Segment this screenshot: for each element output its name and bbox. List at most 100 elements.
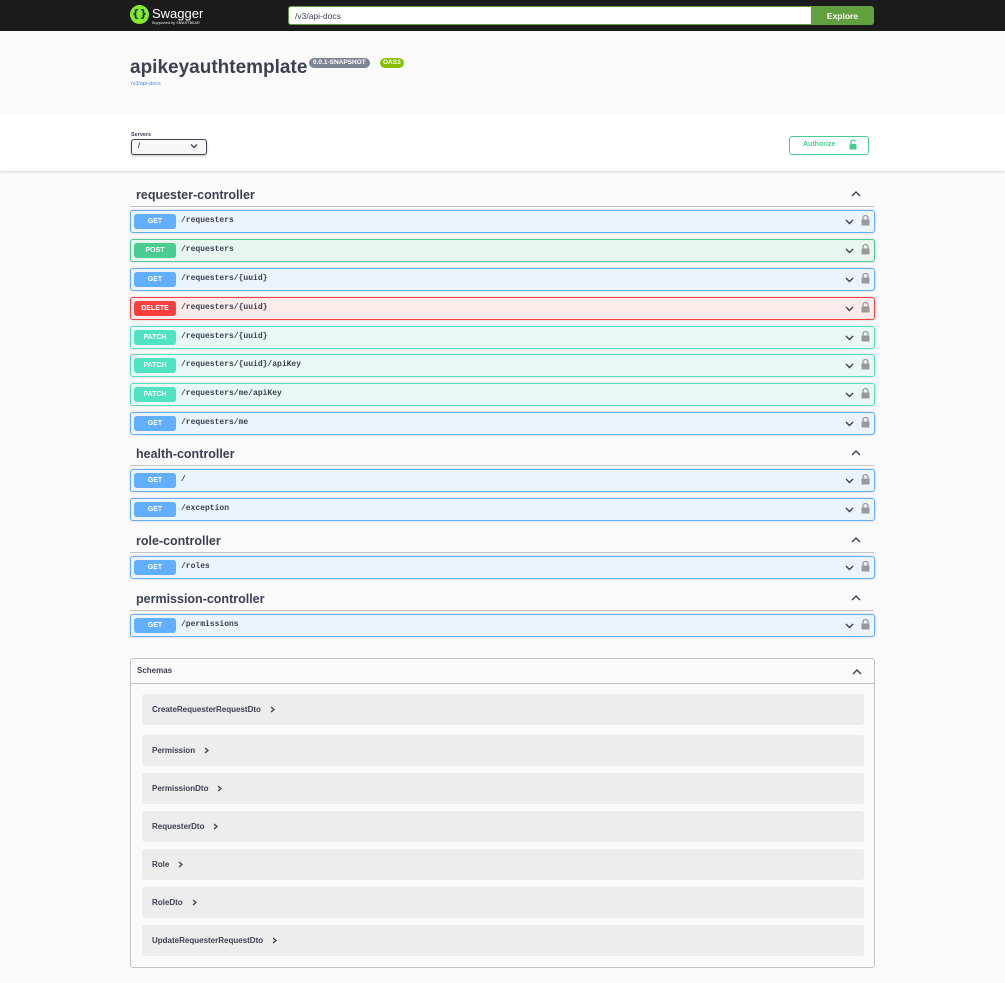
oas-badge: OAS3 (380, 58, 404, 68)
operation-patch-requester-apikey[interactable]: PATCH /requesters/{uuid}/apiKey (130, 354, 875, 377)
operation-path: /requesters/me/apiKey (181, 389, 282, 398)
operation-path: /requesters/{uuid} (181, 332, 268, 341)
chevron-down-icon (845, 306, 854, 312)
operation-delete-requester[interactable]: DELETE /requesters/{uuid} (130, 297, 875, 320)
model-name: Permission (152, 746, 196, 755)
chevron-up-icon[interactable] (850, 592, 862, 604)
lock-icon[interactable] (861, 416, 870, 428)
operation-path: /exception (181, 504, 230, 513)
chevron-right-icon (192, 899, 197, 906)
operation-get-requester-by-uuid[interactable]: GET /requesters/{uuid} (130, 268, 875, 291)
chevron-right-icon (214, 823, 219, 830)
method-badge: GET (134, 416, 176, 431)
logo-subtext: Supported by SMARTBEAR (152, 21, 200, 25)
model-update-requester-request-dto[interactable]: UpdateRequesterRequestDto (142, 925, 864, 956)
model-role[interactable]: Role (142, 849, 864, 880)
model-permission[interactable]: Permission (142, 735, 864, 766)
lock-icon[interactable] (861, 214, 870, 226)
model-name: CreateRequesterRequestDto (152, 705, 261, 714)
schemas-title: Schemas (137, 666, 173, 675)
tag-permission-controller[interactable]: permission-controller (130, 587, 874, 611)
chevron-up-icon[interactable] (850, 188, 862, 200)
chevron-right-icon (204, 747, 210, 754)
schemas-header[interactable]: Schemas (131, 659, 874, 684)
topbar: {} Swagger Supported by SMARTBEAR Explor… (0, 0, 1005, 31)
lock-icon[interactable] (861, 618, 870, 630)
method-badge: DELETE (134, 301, 176, 316)
tag-title: role-controller (136, 534, 221, 548)
operation-patch-me-apikey[interactable]: PATCH /requesters/me/apiKey (130, 383, 875, 406)
chevron-up-icon[interactable] (851, 666, 863, 678)
chevron-down-icon (845, 248, 854, 254)
model-name-wrap: Role (152, 860, 184, 869)
model-name-wrap: RoleDto (152, 898, 198, 907)
method-badge: GET (134, 560, 176, 575)
operation-get-me[interactable]: GET /requesters/me (130, 412, 875, 435)
method-badge: GET (134, 502, 176, 517)
model-name: PermissionDto (152, 784, 209, 793)
servers-label: Servers (131, 132, 152, 138)
chevron-up-icon[interactable] (850, 447, 862, 459)
operation-path: /requesters/{uuid} (181, 303, 268, 312)
servers-select[interactable]: / (131, 139, 207, 155)
operation-get-roles[interactable]: GET /roles (130, 556, 875, 579)
chevron-down-icon (845, 219, 854, 225)
model-name-wrap: Permission (152, 746, 210, 755)
chevron-down-icon (845, 507, 854, 513)
tag-health-controller[interactable]: health-controller (130, 442, 874, 466)
chevron-right-icon (272, 937, 278, 944)
lock-icon[interactable] (861, 330, 870, 342)
method-badge: GET (134, 214, 176, 229)
explore-button[interactable]: Explore (811, 6, 874, 25)
chevron-down-icon (845, 277, 854, 283)
chevron-right-icon (270, 706, 275, 713)
tag-role-controller[interactable]: role-controller (130, 529, 874, 553)
operation-post-requesters[interactable]: POST /requesters (130, 239, 875, 262)
operation-path: /requesters/me (181, 418, 249, 427)
model-name-wrap: UpdateRequesterRequestDto (152, 936, 278, 945)
model-requester-dto[interactable]: RequesterDto (142, 811, 864, 842)
api-title: apikeyauthtemplate (130, 57, 308, 78)
schemas-section: Schemas CreateRequesterRequestDto Permis… (130, 658, 875, 968)
model-permission-dto[interactable]: PermissionDto (142, 773, 864, 804)
operation-get-permissions[interactable]: GET /permissions (130, 614, 875, 637)
tag-title: permission-controller (136, 592, 265, 606)
method-badge: GET (134, 618, 176, 633)
version-badge: 0.0.1-SNAPSHOT (309, 58, 370, 68)
chevron-down-icon (845, 363, 854, 369)
lock-icon[interactable] (861, 272, 870, 284)
method-badge: PATCH (134, 358, 176, 373)
model-name: RequesterDto (152, 822, 205, 831)
authorize-label: Authorize (803, 141, 836, 148)
model-create-requester-request-dto[interactable]: CreateRequesterRequestDto (142, 694, 864, 725)
servers-selected-value: / (138, 143, 140, 150)
lock-icon[interactable] (861, 301, 870, 313)
lock-icon[interactable] (861, 243, 870, 255)
lock-icon[interactable] (861, 502, 870, 514)
operation-get-requesters[interactable]: GET /requesters (130, 210, 875, 233)
lock-icon[interactable] (861, 473, 870, 485)
api-docs-link[interactable]: /v3/api-docs (131, 81, 161, 87)
model-role-dto[interactable]: RoleDto (142, 887, 864, 918)
model-name-wrap: RequesterDto (152, 822, 219, 831)
method-badge: POST (134, 243, 176, 258)
operation-get-root[interactable]: GET / (130, 469, 875, 492)
lock-icon[interactable] (861, 387, 870, 399)
model-name: Role (152, 860, 170, 869)
tag-requester-controller[interactable]: requester-controller (130, 183, 874, 207)
lock-icon[interactable] (861, 560, 870, 572)
lock-icon[interactable] (861, 358, 870, 370)
tag-title: requester-controller (136, 188, 255, 202)
model-name-wrap: PermissionDto (152, 784, 223, 793)
swagger-logo-icon: {} (130, 5, 149, 24)
chevron-right-icon (178, 861, 184, 868)
swagger-logo[interactable]: {} Swagger Supported by SMARTBEAR (130, 4, 250, 28)
operation-patch-requester[interactable]: PATCH /requesters/{uuid} (130, 326, 875, 349)
authorize-button[interactable]: Authorize (789, 136, 869, 155)
tag-title: health-controller (136, 447, 235, 461)
operation-get-exception[interactable]: GET /exception (130, 498, 875, 521)
method-badge: GET (134, 473, 176, 488)
logo-text: Swagger (152, 6, 204, 21)
spec-url-input[interactable] (288, 6, 812, 25)
chevron-up-icon[interactable] (850, 534, 862, 546)
